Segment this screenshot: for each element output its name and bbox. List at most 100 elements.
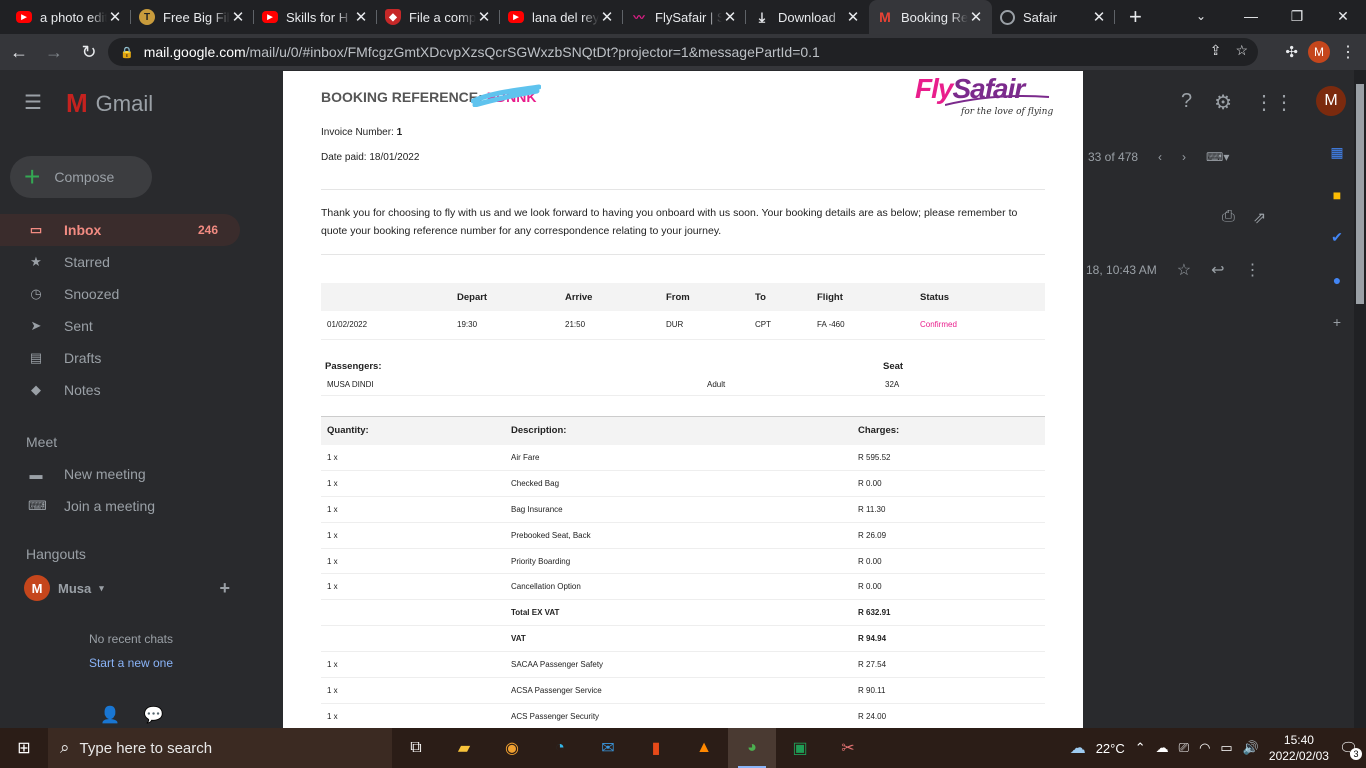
prev-icon[interactable]: ‹	[1158, 150, 1162, 164]
restore-icon[interactable]: ❐	[1274, 0, 1320, 32]
calendar-icon[interactable]: ▦	[1330, 144, 1343, 161]
nav-item-drafts[interactable]: ▤ Drafts	[0, 342, 250, 374]
reload-icon[interactable]: ↻	[73, 36, 105, 68]
lock-icon[interactable]: 🔒	[120, 46, 134, 59]
edge-icon[interactable]: ◔	[536, 728, 584, 768]
tab-4[interactable]: ▶ lana del rey ✕	[500, 0, 623, 34]
notification-count: 3	[1350, 748, 1362, 760]
close-tab-icon[interactable]: ✕	[1091, 8, 1107, 26]
close-tab-icon[interactable]: ✕	[968, 8, 984, 26]
start-new-chat-link[interactable]: Start a new one	[0, 656, 262, 670]
forward-icon[interactable]: →	[38, 36, 70, 68]
close-tab-icon[interactable]: ✕	[845, 8, 861, 26]
weather-cloud-icon[interactable]: ☁	[1070, 738, 1086, 758]
main-menu-icon[interactable]: ☰	[24, 90, 42, 115]
nav-item-notes[interactable]: ◆ Notes	[0, 374, 250, 406]
nav-item-sent[interactable]: ➤ Sent	[0, 310, 250, 342]
vlc-icon[interactable]: ▲	[680, 728, 728, 768]
onedrive-icon[interactable]: ☁	[1156, 740, 1169, 756]
tab-7[interactable]: M Booking Re ✕	[869, 0, 992, 34]
tab-search-icon[interactable]: ⌄	[1186, 0, 1216, 32]
notifications-icon[interactable]: 🗨 3	[1339, 739, 1362, 760]
share-icon[interactable]: ⇪	[1210, 42, 1222, 59]
inbox-icon: ▭	[29, 222, 43, 237]
close-tab-icon[interactable]: ✕	[722, 8, 738, 26]
windows-start-icon[interactable]: ⊞	[0, 728, 48, 768]
close-tab-icon[interactable]: ✕	[599, 8, 615, 26]
keep-icon[interactable]: ■	[1333, 187, 1341, 203]
new-tab-icon[interactable]: +	[1129, 0, 1142, 34]
profile-avatar[interactable]: M	[1308, 41, 1330, 63]
help-icon[interactable]: ?	[1181, 90, 1192, 116]
nav-item-starred[interactable]: ★ Starred	[0, 246, 250, 278]
close-tab-icon[interactable]: ✕	[476, 8, 492, 26]
close-tab-icon[interactable]: ✕	[107, 8, 123, 26]
excel-icon[interactable]: ▣	[776, 728, 824, 768]
tab-5[interactable]: 〰 FlySafair | S ✕	[623, 0, 746, 34]
minimize-icon[interactable]: —	[1228, 0, 1274, 32]
address-bar[interactable]: 🔒 mail.google.com/mail/u/0/#inbox/FMfcgz…	[108, 38, 1258, 66]
settings-gear-icon[interactable]: ⚙	[1214, 90, 1232, 116]
nav-item-snoozed[interactable]: ◷ Snoozed	[0, 278, 250, 310]
hangouts-user[interactable]: M Musa ▾ +	[0, 570, 250, 606]
snipping-tool-icon[interactable]: ✂	[824, 728, 872, 768]
compose-button[interactable]: + Compose	[10, 156, 152, 198]
open-new-window-icon[interactable]: ⇗	[1253, 208, 1266, 228]
star-icon[interactable]: ☆	[1177, 260, 1191, 280]
chrome-icon[interactable]: ◕	[728, 728, 776, 768]
chevron-down-icon[interactable]: ▾	[99, 583, 104, 594]
volume-icon[interactable]: 🔊	[1243, 740, 1259, 756]
keyboard-input-icon[interactable]: ⌨▾	[1206, 150, 1229, 164]
close-window-icon[interactable]: ✕	[1320, 0, 1366, 32]
page-scrollbar[interactable]	[1354, 70, 1366, 728]
temperature[interactable]: 22°C	[1096, 741, 1125, 756]
add-addon-icon[interactable]: +	[1333, 314, 1341, 330]
mail-icon[interactable]: ✉	[584, 728, 632, 768]
close-tab-icon[interactable]: ✕	[353, 8, 369, 26]
charge-amount: R 26.09	[852, 522, 1045, 549]
camera-icon[interactable]: ⎚	[1179, 740, 1189, 756]
tasks-icon[interactable]: ✔	[1331, 229, 1343, 246]
chat-bubble-icon[interactable]: 💬	[144, 705, 164, 725]
join-meeting-item[interactable]: ⌨ Join a meeting	[0, 490, 250, 522]
tab-3[interactable]: ◆ File a comp ✕	[377, 0, 500, 34]
charge-desc: SACAA Passenger Safety	[505, 651, 852, 679]
invoice-number-label: Invoice Number:	[321, 127, 394, 138]
mail-time: 18, 10:43 AM	[1086, 263, 1157, 277]
new-meeting-item[interactable]: ▬ New meeting	[0, 458, 250, 490]
scroll-thumb[interactable]	[1356, 84, 1364, 304]
gmail-logo[interactable]: M Gmail	[66, 88, 153, 119]
extensions-icon[interactable]: ✣	[1285, 43, 1298, 61]
taskbar-search-box[interactable]: ⌕ Type here to search	[48, 728, 392, 768]
close-tab-icon[interactable]: ✕	[230, 8, 246, 26]
clock[interactable]: 15:40 2022/02/03	[1269, 732, 1329, 764]
print-icon[interactable]: ⎙	[1222, 208, 1235, 228]
task-view-icon[interactable]: ⧉	[392, 728, 440, 768]
more-options-icon[interactable]: ⋮	[1244, 260, 1260, 280]
back-icon[interactable]: ←	[3, 36, 35, 68]
battery-icon[interactable]: ▭	[1220, 740, 1232, 756]
pagination-text: 33 of 478	[1088, 150, 1139, 164]
brave-browser-icon[interactable]: ◉	[488, 728, 536, 768]
search-placeholder: Type here to search	[79, 739, 213, 757]
next-icon[interactable]: ›	[1182, 150, 1186, 164]
nav-item-inbox[interactable]: ▭ Inbox 246	[0, 214, 240, 246]
account-avatar[interactable]: M	[1316, 86, 1346, 116]
tab-6[interactable]: ⤓ Download ✕	[746, 0, 869, 34]
tab-0[interactable]: ▶ a photo edit ✕	[8, 0, 131, 34]
reply-icon[interactable]: ↩	[1211, 260, 1224, 280]
browser-menu-icon[interactable]: ⋮	[1340, 42, 1356, 62]
contacts-panel-icon[interactable]: ●	[1333, 272, 1341, 288]
wifi-icon[interactable]: ◠	[1199, 740, 1210, 756]
office-icon[interactable]: ▮	[632, 728, 680, 768]
charge-desc: Bag Insurance	[505, 496, 852, 523]
file-explorer-icon[interactable]: ▰	[440, 728, 488, 768]
add-chat-icon[interactable]: +	[219, 578, 230, 599]
contacts-icon[interactable]: 👤	[100, 705, 120, 725]
apps-grid-icon[interactable]: ⋮⋮	[1254, 90, 1294, 116]
bookmark-star-icon[interactable]: ☆	[1235, 42, 1248, 59]
tab-8[interactable]: Safair ✕	[992, 0, 1115, 34]
show-hidden-icons[interactable]: ⌃	[1135, 740, 1146, 756]
tab-2[interactable]: ▶ Skills for H ✕	[254, 0, 377, 34]
tab-1[interactable]: T Free Big Fil ✕	[131, 0, 254, 34]
